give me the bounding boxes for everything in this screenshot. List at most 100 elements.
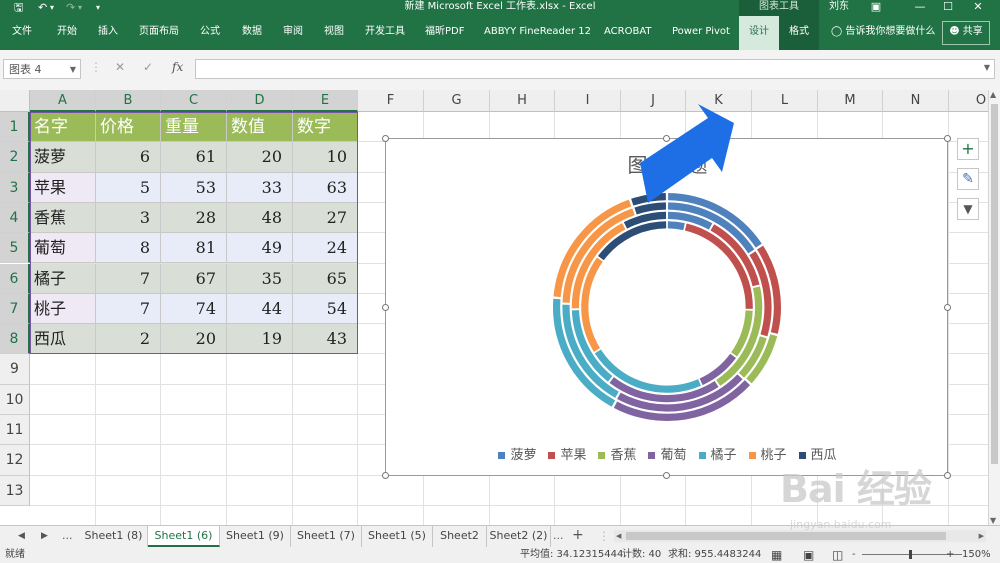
table-cell[interactable]: 28 [161,202,227,234]
legend-item[interactable]: 葡萄 [648,444,687,463]
next-sheet-icon[interactable]: ▶ [41,526,48,547]
chart-filters-icon[interactable]: ▼ [957,198,979,220]
table-cell[interactable]: 24 [293,233,358,264]
table-cell[interactable]: 苹果 [30,172,96,203]
doughnut-chart[interactable]: 图表标题 菠萝 苹果 香蕉 葡萄 橘子 桃子 西瓜 [385,138,948,476]
column-header-e[interactable]: E [293,90,358,112]
vertical-scroll-thumb[interactable] [991,104,998,464]
tab-design[interactable]: 设计 [739,16,779,50]
column-header-i[interactable]: I [555,90,621,112]
chart-resize-handle[interactable] [944,472,951,479]
horizontal-scrollbar[interactable]: ◀ ▶ [614,530,986,542]
zoom-slider-thumb[interactable] [909,550,912,559]
table-cell[interactable]: 61 [161,142,227,173]
row-header-8[interactable]: 8 [0,324,30,355]
doughnut-segment[interactable] [631,193,666,206]
table-cell[interactable]: 44 [227,293,293,325]
table-cell[interactable]: 桃子 [30,293,96,325]
maximize-icon[interactable]: ☐ [936,0,960,16]
formula-input[interactable]: ▼ [195,59,995,79]
page-break-view-icon[interactable]: ◫ [832,547,843,563]
sheet-tab[interactable]: Sheet2 [433,526,487,547]
add-sheet-button[interactable]: + [572,526,584,547]
tab-format[interactable]: 格式 [779,16,819,50]
row-header-12[interactable]: 12 [0,445,30,476]
tell-me-box[interactable]: ◯ 告诉我你想要做什么 [831,16,935,50]
table-cell[interactable]: 63 [293,172,358,203]
doughnut-segment[interactable] [634,202,667,215]
horizontal-scroll-thumb[interactable] [626,532,946,540]
table-header-cell[interactable]: 数值 [227,112,293,143]
doughnut-segment[interactable] [667,221,685,231]
column-header-g[interactable]: G [424,90,490,112]
column-header-j[interactable]: J [621,90,686,112]
more-sheets-left[interactable]: ... [62,526,73,547]
column-header-m[interactable]: M [818,90,883,112]
scroll-up-icon[interactable]: ▲ [990,90,996,99]
scroll-down-icon[interactable]: ▼ [990,516,996,525]
table-cell[interactable]: 20 [227,142,293,173]
table-cell[interactable]: 5 [96,172,161,203]
column-header-k[interactable]: K [686,90,752,112]
row-header-2[interactable]: 2 [0,142,30,173]
tab-page-layout[interactable]: 页面布局 [139,16,179,50]
zoom-out-button[interactable]: - [852,547,856,563]
column-header-b[interactable]: B [96,90,161,112]
status-count[interactable]: 计数: 40 [622,547,661,563]
table-cell[interactable]: 49 [227,233,293,264]
zoom-in-button[interactable]: + [946,547,954,563]
chevron-down-icon[interactable]: ▼ [70,60,76,80]
table-header-cell[interactable]: 重量 [161,112,227,143]
tab-foxit-pdf[interactable]: 福昕PDF [425,16,464,50]
table-cell[interactable]: 菠萝 [30,142,96,173]
table-cell[interactable]: 81 [161,233,227,264]
table-cell[interactable]: 橘子 [30,263,96,294]
chart-resize-handle[interactable] [944,135,951,142]
chart-resize-handle[interactable] [663,472,670,479]
table-cell[interactable]: 43 [293,324,358,355]
table-cell[interactable]: 65 [293,263,358,294]
tab-acrobat[interactable]: ACROBAT [604,16,652,50]
tab-home[interactable]: 开始 [57,16,77,50]
share-button[interactable]: ☻ 共享 [942,21,990,45]
table-cell[interactable]: 3 [96,202,161,234]
column-header-f[interactable]: F [358,90,424,112]
column-header-d[interactable]: D [227,90,293,112]
normal-view-icon[interactable]: ▦ [771,547,782,563]
table-header-cell[interactable]: 名字 [30,112,96,143]
column-header-n[interactable]: N [883,90,949,112]
column-header-c[interactable]: C [161,90,227,112]
chart-resize-handle[interactable] [663,135,670,142]
legend-item[interactable]: 橘子 [698,444,737,463]
tab-power-pivot[interactable]: Power Pivot [672,16,730,50]
vertical-scrollbar[interactable]: ▲ ▼ [988,90,1000,525]
sheet-tab[interactable]: Sheet1 (8) [80,526,148,547]
chart-resize-handle[interactable] [382,472,389,479]
prev-sheet-icon[interactable]: ◀ [18,526,25,547]
table-cell[interactable]: 27 [293,202,358,234]
row-header-6[interactable]: 6 [0,263,30,294]
legend-item[interactable]: 西瓜 [798,444,837,463]
chart-resize-handle[interactable] [382,304,389,311]
column-header-h[interactable]: H [490,90,555,112]
status-sum[interactable]: 求和: 955.4483244 [668,547,761,563]
column-header-a[interactable]: A [30,90,96,112]
table-cell[interactable]: 8 [96,233,161,264]
row-header-7[interactable]: 7 [0,293,30,325]
scroll-left-icon[interactable]: ◀ [616,530,621,542]
table-cell[interactable]: 67 [161,263,227,294]
tab-developer[interactable]: 开发工具 [365,16,405,50]
tab-data[interactable]: 数据 [242,16,262,50]
doughnut-segment[interactable] [581,257,603,352]
tab-review[interactable]: 审阅 [283,16,303,50]
minimize-icon[interactable]: — [908,0,932,16]
column-header-o[interactable]: O [949,90,988,112]
user-name[interactable]: 刘东 [829,0,849,14]
enter-icon[interactable]: ✓ [143,60,153,74]
cancel-icon[interactable]: ✕ [115,60,125,74]
tab-view[interactable]: 视图 [324,16,344,50]
table-cell[interactable]: 74 [161,293,227,325]
table-header-cell[interactable]: 数字 [293,112,358,143]
expand-formula-icon[interactable]: ▼ [984,63,990,72]
legend-item[interactable]: 桃子 [748,444,787,463]
